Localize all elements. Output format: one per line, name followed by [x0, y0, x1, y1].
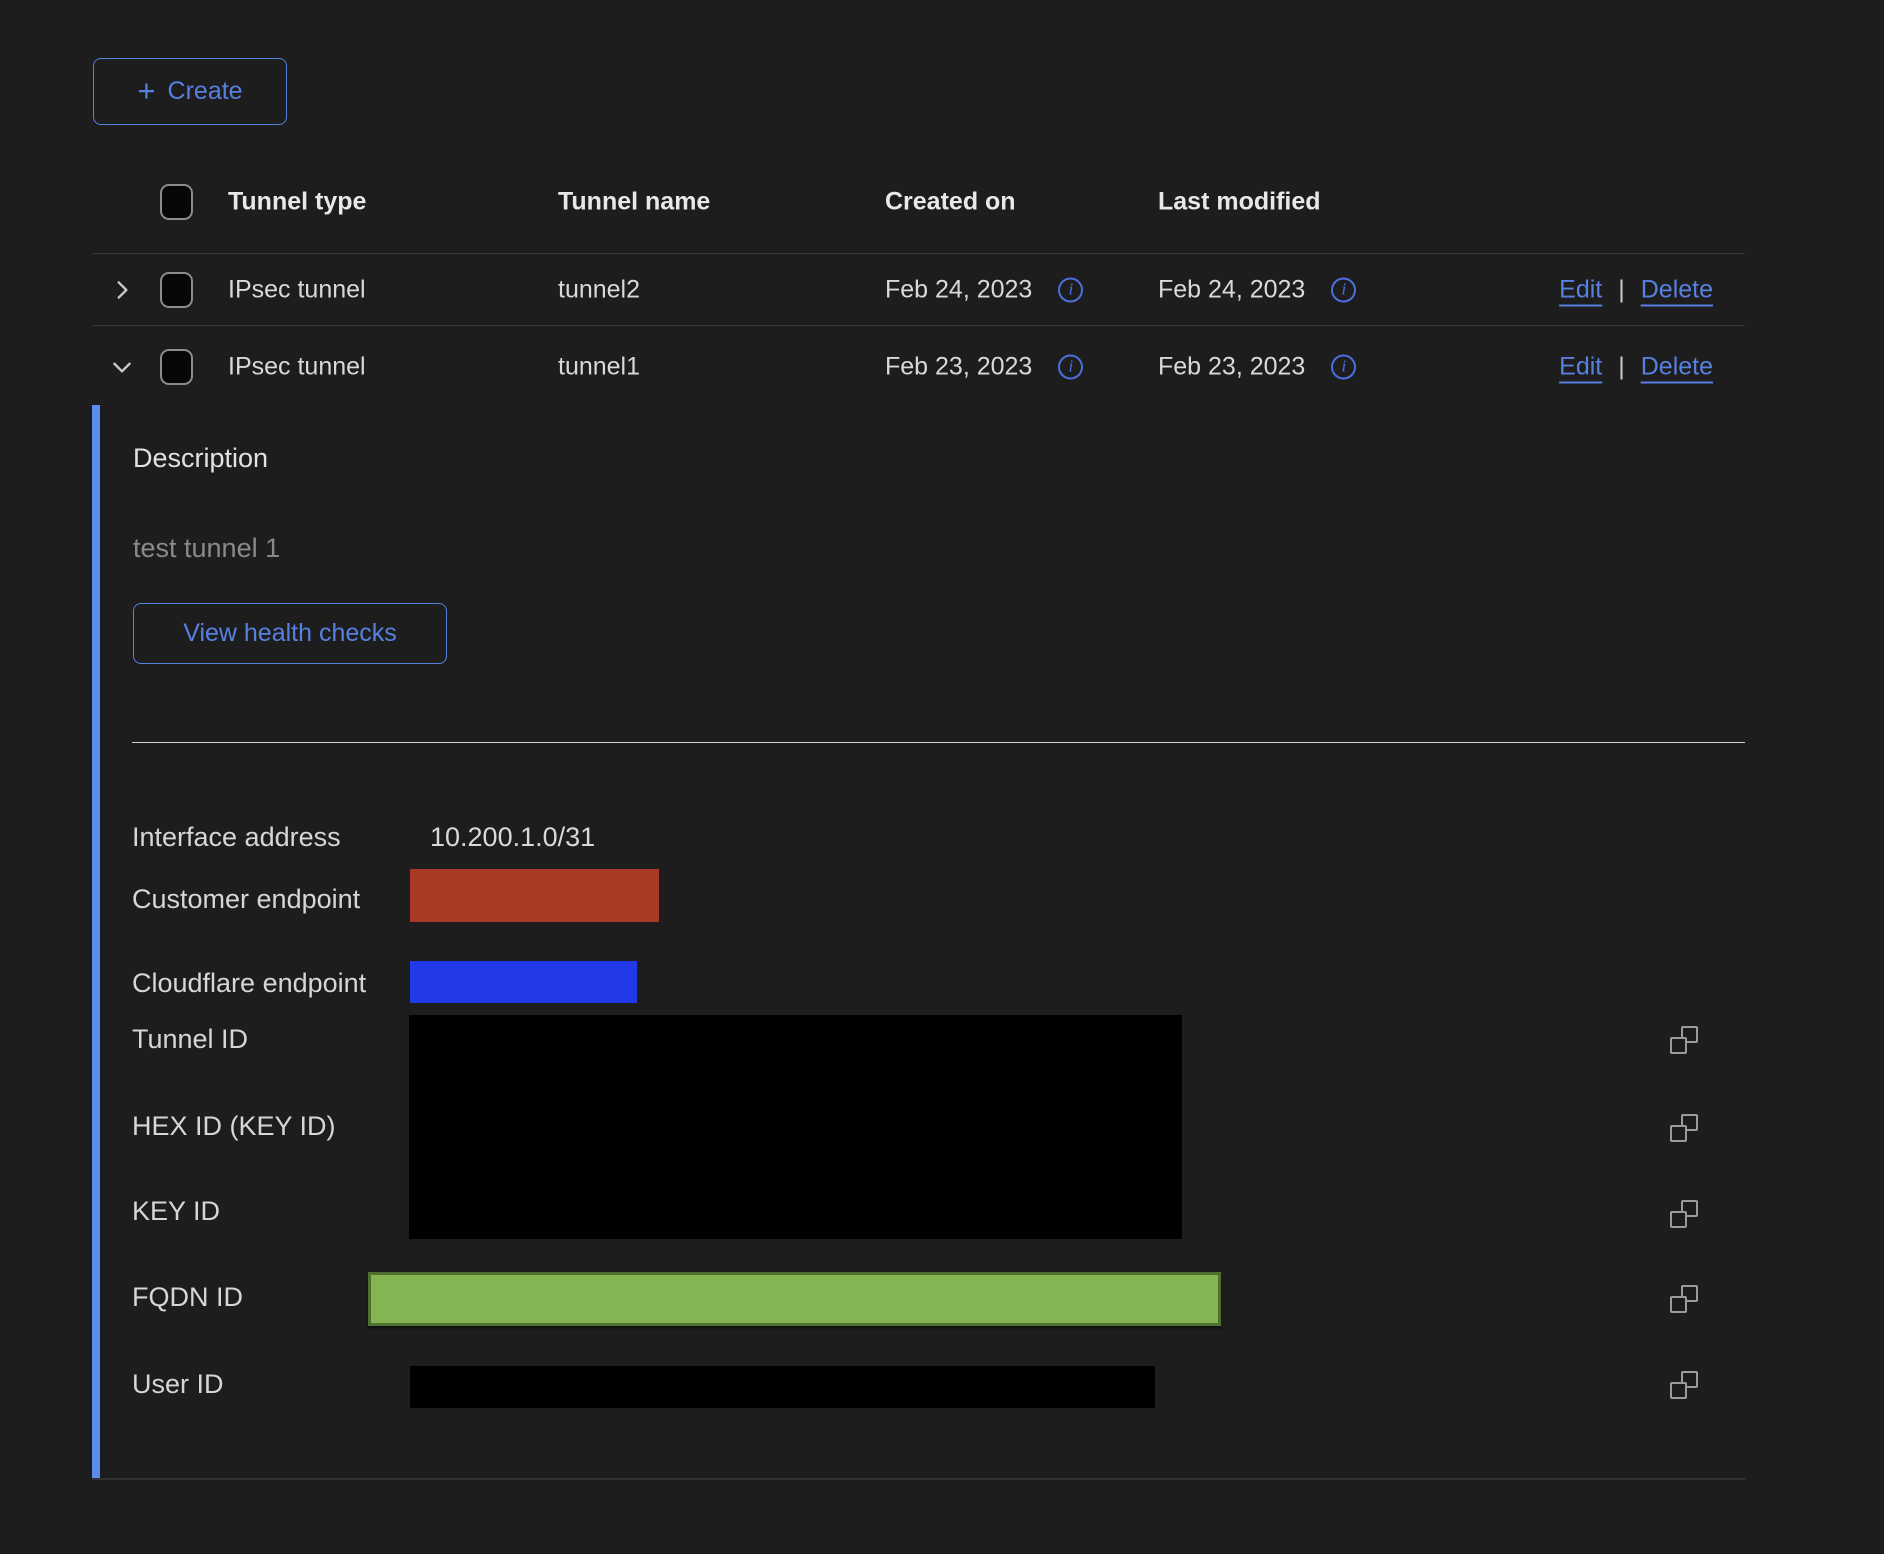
header-last-modified: Last modified — [1158, 187, 1321, 216]
tunnel-type-cell: IPsec tunnel — [228, 275, 366, 304]
hex-id-label: HEX ID (KEY ID) — [132, 1111, 336, 1142]
last-modified-cell: Feb 23, 2023 i — [1158, 352, 1356, 381]
delete-link[interactable]: Delete — [1641, 352, 1713, 381]
row-checkbox[interactable] — [160, 349, 193, 385]
create-button-label: Create — [168, 77, 243, 106]
row-actions: Edit | Delete — [1559, 352, 1713, 381]
edit-link[interactable]: Edit — [1559, 275, 1602, 304]
section-divider — [132, 742, 1745, 743]
tunnel-name-cell: tunnel2 — [558, 275, 640, 304]
customer-endpoint-redacted-value — [410, 869, 659, 922]
last-modified-value: Feb 24, 2023 — [1158, 275, 1305, 304]
interface-address-label: Interface address — [132, 822, 341, 853]
table-header-row: Tunnel type Tunnel name Created on Last … — [93, 150, 1745, 254]
table-row-tunnel1: IPsec tunnel tunnel1 Feb 23, 2023 i Feb … — [93, 326, 1745, 407]
key-id-label: KEY ID — [132, 1196, 220, 1227]
header-tunnel-name: Tunnel name — [558, 187, 710, 216]
tunnel-name-cell: tunnel1 — [558, 352, 640, 381]
info-icon[interactable]: i — [1331, 277, 1356, 302]
customer-endpoint-label: Customer endpoint — [132, 884, 360, 915]
last-modified-value: Feb 23, 2023 — [1158, 352, 1305, 381]
action-separator: | — [1618, 275, 1625, 304]
created-on-value: Feb 23, 2023 — [885, 352, 1032, 381]
created-on-cell: Feb 24, 2023 i — [885, 275, 1083, 304]
panel-bottom-divider — [92, 1478, 1745, 1480]
row-actions: Edit | Delete — [1559, 275, 1713, 304]
info-icon[interactable]: i — [1058, 277, 1083, 302]
created-on-value: Feb 24, 2023 — [885, 275, 1032, 304]
edit-link[interactable]: Edit — [1559, 352, 1602, 381]
info-icon[interactable]: i — [1331, 354, 1356, 379]
plus-icon: + — [137, 75, 155, 106]
view-health-checks-button[interactable]: View health checks — [133, 603, 447, 664]
fqdn-id-redacted-value — [368, 1272, 1221, 1326]
action-separator: | — [1618, 352, 1625, 381]
copy-icon[interactable] — [1670, 1371, 1698, 1399]
user-id-label: User ID — [132, 1369, 224, 1400]
table-row-tunnel2: IPsec tunnel tunnel2 Feb 24, 2023 i Feb … — [93, 254, 1745, 326]
create-button[interactable]: + Create — [93, 58, 287, 125]
description-label: Description — [133, 443, 268, 474]
copy-icon[interactable] — [1670, 1114, 1698, 1142]
copy-icon[interactable] — [1670, 1200, 1698, 1228]
tunnel-id-label: Tunnel ID — [132, 1024, 248, 1055]
tunnels-page: + Create Tunnel type Tunnel name Created… — [0, 0, 1884, 1554]
user-id-redacted-value — [410, 1366, 1155, 1408]
expanded-tunnel-details: Description test tunnel 1 View health ch… — [0, 405, 1884, 1485]
copy-icon[interactable] — [1670, 1285, 1698, 1313]
expansion-accent-bar — [92, 405, 100, 1478]
interface-address-value: 10.200.1.0/31 — [430, 822, 595, 853]
fqdn-id-label: FQDN ID — [132, 1282, 243, 1313]
info-icon[interactable]: i — [1058, 354, 1083, 379]
last-modified-cell: Feb 24, 2023 i — [1158, 275, 1356, 304]
row-checkbox[interactable] — [160, 272, 193, 308]
delete-link[interactable]: Delete — [1641, 275, 1713, 304]
created-on-cell: Feb 23, 2023 i — [885, 352, 1083, 381]
chevron-down-icon[interactable] — [108, 353, 136, 381]
tunnel-type-cell: IPsec tunnel — [228, 352, 366, 381]
ids-redacted-value — [409, 1015, 1182, 1239]
header-tunnel-type: Tunnel type — [228, 187, 366, 216]
description-value: test tunnel 1 — [133, 533, 280, 564]
cloudflare-endpoint-redacted-value — [410, 961, 637, 1003]
chevron-right-icon[interactable] — [108, 276, 136, 304]
tunnels-table: Tunnel type Tunnel name Created on Last … — [93, 150, 1745, 407]
header-created-on: Created on — [885, 187, 1016, 216]
cloudflare-endpoint-label: Cloudflare endpoint — [132, 968, 366, 999]
copy-icon[interactable] — [1670, 1026, 1698, 1054]
select-all-checkbox[interactable] — [160, 184, 193, 220]
